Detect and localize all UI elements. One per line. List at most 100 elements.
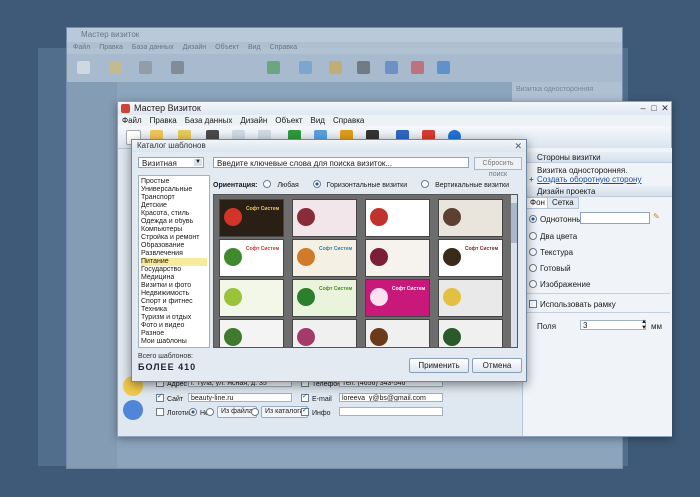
template-card[interactable]: [438, 279, 503, 317]
user-icon[interactable]: [123, 400, 143, 420]
color-swatch[interactable]: [580, 212, 650, 224]
sides-section-header[interactable]: Стороны визитки: [523, 152, 672, 163]
tab-grid[interactable]: Сетка: [547, 197, 579, 209]
card-artwork: [224, 328, 242, 346]
template-card[interactable]: [292, 199, 357, 237]
category-item[interactable]: Стройка и ремонт: [141, 234, 207, 242]
info-field[interactable]: [339, 407, 443, 416]
template-card[interactable]: Софт Систем: [365, 279, 430, 317]
category-item[interactable]: Детские: [141, 202, 207, 210]
bg-solid-radio[interactable]: Однотонный: [529, 215, 586, 224]
template-card[interactable]: Софт Систем: [219, 239, 284, 277]
eyedropper-icon[interactable]: ✎: [653, 212, 660, 221]
margins-input[interactable]: 3: [580, 320, 646, 330]
scrollbar[interactable]: [511, 195, 517, 347]
category-item[interactable]: Мои шаблоны: [141, 338, 207, 346]
reset-search-button[interactable]: Сбросить поиск: [474, 157, 522, 178]
card-title: Софт Систем: [319, 286, 353, 292]
divider: [525, 312, 670, 313]
card-artwork: [297, 288, 315, 306]
template-count-value: БОЛЕЕ 410: [138, 362, 197, 372]
orientation-horizontal-radio[interactable]: Горизонтальные визитки: [312, 180, 413, 189]
create-back-side-link[interactable]: Создать оборотную сторону: [537, 175, 641, 184]
apply-button[interactable]: Применить: [409, 358, 469, 373]
email-field[interactable]: loreeva_y@bs@gmail.com: [339, 393, 443, 402]
template-card[interactable]: Софт Систем: [438, 239, 503, 277]
bg-image-radio[interactable]: Изображение: [529, 280, 590, 289]
info-label: Инфо: [301, 406, 331, 417]
margins-stepper[interactable]: ▲ ▼: [641, 319, 647, 331]
background-sidebar: [67, 82, 117, 468]
card-artwork: [224, 288, 242, 306]
template-card[interactable]: [365, 199, 430, 237]
card-artwork: [297, 208, 315, 226]
bg-ready-radio[interactable]: Готовый: [529, 264, 571, 273]
template-card[interactable]: [438, 319, 503, 347]
card-title: Софт Систем: [392, 286, 426, 292]
category-item[interactable]: Питание: [141, 258, 207, 266]
category-item[interactable]: Визитки и фото: [141, 282, 207, 290]
card-artwork: [443, 288, 461, 306]
category-item[interactable]: Медицина: [141, 274, 207, 282]
menu-design[interactable]: Дизайн: [240, 116, 267, 125]
category-item[interactable]: Фото и видео: [141, 322, 207, 330]
category-item[interactable]: Туризм и отдых: [141, 314, 207, 322]
close-icon[interactable]: ✕: [660, 104, 670, 113]
category-item[interactable]: Красота, стиль: [141, 210, 207, 218]
site-field[interactable]: beauty-line.ru: [188, 393, 292, 402]
margins-label: Поля: [537, 322, 557, 331]
card-artwork: [297, 328, 315, 346]
one-sided-text: Визитка односторонняя.: [537, 166, 628, 175]
card-artwork: [370, 328, 388, 346]
template-catalog-dialog: Каталог шаблонов ✕ Визитная ▼ Введите кл…: [131, 139, 527, 382]
category-item[interactable]: Техника: [141, 306, 207, 314]
category-item[interactable]: Образование: [141, 242, 207, 250]
maximize-icon[interactable]: □: [649, 104, 659, 113]
search-input[interactable]: Введите ключевые слова для поиска визито…: [213, 157, 469, 168]
use-frame-checkbox[interactable]: Использовать рамку: [529, 300, 616, 309]
category-item[interactable]: Спорт и фитнес: [141, 298, 207, 306]
minimize-icon[interactable]: –: [638, 104, 648, 113]
menu-bar: Файл Правка База данных Дизайн Объект Вид Спра…: [118, 115, 671, 126]
category-item[interactable]: Транспорт: [141, 194, 207, 202]
menu-help[interactable]: Справка: [333, 116, 364, 125]
menu-object[interactable]: Объект: [275, 116, 302, 125]
category-item[interactable]: Разное: [141, 330, 207, 338]
background-menu-item: Файл: [73, 44, 91, 51]
category-item[interactable]: Простые: [141, 178, 207, 186]
category-item[interactable]: Компьютеры: [141, 226, 207, 234]
category-item[interactable]: Недвижимость: [141, 290, 207, 298]
category-item[interactable]: Развлечения: [141, 250, 207, 258]
orientation-any-radio[interactable]: Любая: [263, 180, 304, 189]
close-icon[interactable]: ✕: [514, 141, 522, 152]
orientation-vertical-radio[interactable]: Вертикальные визитки: [421, 180, 515, 189]
scrollbar-thumb[interactable]: [511, 203, 517, 243]
card-artwork: [443, 208, 461, 226]
category-item[interactable]: Одежда и обувь: [141, 218, 207, 226]
bg-two-colors-radio[interactable]: Два цвета: [529, 232, 577, 241]
template-card[interactable]: Софт Систем: [292, 279, 357, 317]
menu-database[interactable]: База данных: [185, 116, 233, 125]
design-section-header[interactable]: Дизайн проекта: [523, 186, 672, 197]
card-artwork: [370, 248, 388, 266]
category-type-value: Визитная: [142, 159, 177, 168]
margins-unit: мм: [651, 322, 662, 331]
category-type-select[interactable]: Визитная ▼: [138, 157, 204, 168]
template-card[interactable]: [219, 279, 284, 317]
template-card[interactable]: [219, 319, 284, 347]
template-card[interactable]: [292, 319, 357, 347]
category-item[interactable]: Государство: [141, 266, 207, 274]
template-card[interactable]: [365, 239, 430, 277]
menu-edit[interactable]: Правка: [150, 116, 177, 125]
title-bar: Мастер Визиток – □ ✕: [118, 102, 671, 115]
bg-texture-radio[interactable]: Текстура: [529, 248, 573, 257]
template-card[interactable]: Софт Систем: [292, 239, 357, 277]
template-card[interactable]: Софт Систем: [219, 199, 284, 237]
category-item[interactable]: Универсальные: [141, 186, 207, 194]
cancel-button[interactable]: Отмена: [472, 358, 522, 373]
menu-file[interactable]: Файл: [122, 116, 142, 125]
template-card[interactable]: [365, 319, 430, 347]
template-card[interactable]: [438, 199, 503, 237]
logo-file-radio[interactable]: [206, 408, 217, 417]
menu-view[interactable]: Вид: [311, 116, 325, 125]
